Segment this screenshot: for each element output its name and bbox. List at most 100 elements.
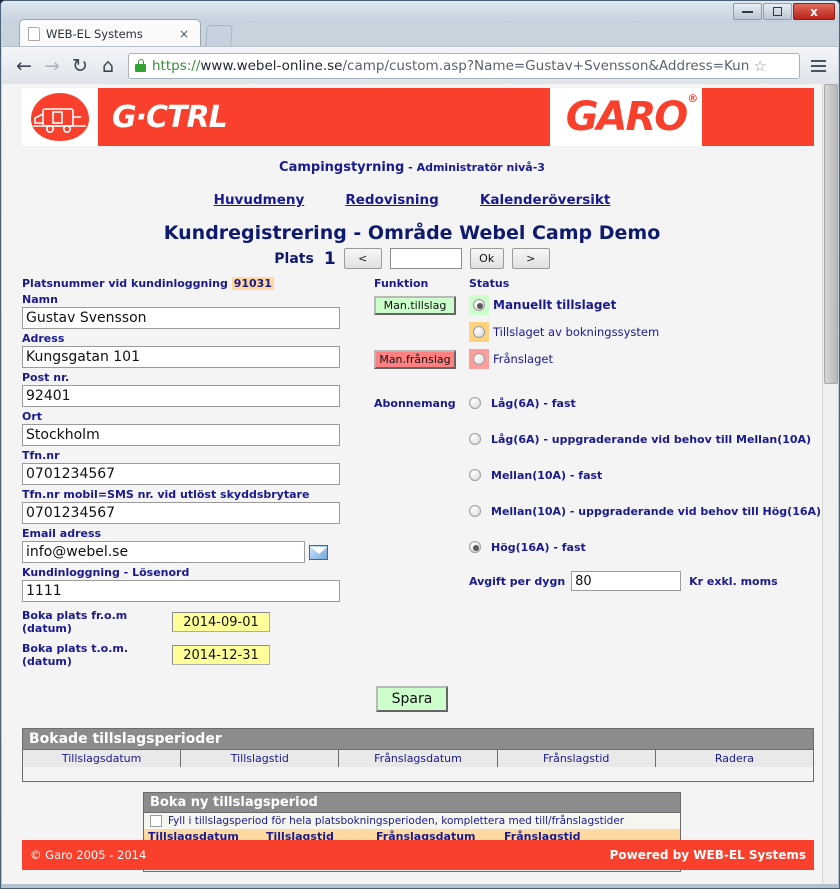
abonnemang-row-4: Mellan(10A) - uppgraderande vid behov ti…	[374, 493, 821, 529]
status-option-franslaget[interactable]: Frånslaget	[469, 349, 553, 369]
plats-label: Plats	[274, 250, 314, 267]
status-label-bokningssystem: Tillslaget av bokningssystem	[493, 325, 660, 339]
abonnemang-row-2: Låg(6A) - uppgraderande vid behov till M…	[374, 421, 821, 457]
abonnemang-option-5[interactable]: Hög(16A) - fast	[469, 541, 586, 554]
page-subtitle: Campingstyrning - Administratör nivå-3	[22, 160, 802, 175]
abonnemang-row-3: Mellan(10A) - fast	[374, 457, 821, 493]
next-plats-button[interactable]: >	[511, 248, 550, 269]
ok-button[interactable]: Ok	[469, 248, 504, 269]
footer-copyright: © Garo 2005 - 2014	[30, 848, 147, 862]
status-option-manuellt[interactable]: Manuellt tillslaget	[469, 295, 616, 315]
header-status: Status	[469, 277, 510, 290]
status-option-bokningssystem[interactable]: Tillslaget av bokningssystem	[469, 322, 659, 342]
label-tfnnr-mobil: Tfn.nr mobil=SMS nr. vid utlöst skyddsbr…	[22, 488, 310, 501]
input-tfnnr[interactable]	[22, 463, 340, 485]
radio-lag6a-uppgraderande[interactable]	[469, 433, 481, 445]
date-to-row: Boka plats t.o.m. (datum) 2014-12-31	[22, 642, 352, 668]
form-columns: Platsnummer vid kundinloggning 91031 Nam…	[22, 277, 821, 668]
radio-mellan10a-uppgraderande[interactable]	[469, 505, 481, 517]
platsnummer-row: Platsnummer vid kundinloggning 91031	[22, 277, 352, 290]
abonnemang-option-4[interactable]: Mellan(10A) - uppgraderande vid behov ti…	[469, 505, 821, 518]
status-row-manuellt: Man.tillslag Manuellt tillslaget	[374, 293, 821, 317]
abonnemang-option-1[interactable]: Låg(6A) - fast	[469, 397, 576, 410]
abonnemang-label-3: Mellan(10A) - fast	[491, 468, 603, 482]
registered-mark-icon: ®	[687, 92, 698, 105]
page-footer: © Garo 2005 - 2014 Powered by WEB-EL Sys…	[22, 840, 814, 870]
home-icon[interactable]: ⌂	[94, 52, 122, 80]
header-funktion: Funktion	[374, 277, 429, 290]
plats-input[interactable]	[389, 248, 462, 269]
value-boka-tom[interactable]: 2014-12-31	[172, 645, 270, 665]
status-chip-green	[469, 295, 489, 315]
caravan-logo-icon	[22, 88, 98, 146]
scrollbar-thumb[interactable]	[824, 84, 838, 384]
nav-link-huvudmeny[interactable]: Huvudmeny	[214, 192, 305, 208]
input-adress[interactable]	[22, 346, 340, 368]
abonnemang-label: Abonnemang	[374, 396, 456, 410]
abonnemang-option-3[interactable]: Mellan(10A) - fast	[469, 469, 602, 482]
abonnemang-label-5: Hög(16A) - fast	[491, 540, 586, 554]
address-bar[interactable]: https://www.webel-online.se/camp/custom.…	[128, 52, 800, 79]
man-franslag-button[interactable]: Man.frånslag	[374, 349, 456, 369]
radio-tillslaget-bokningssystem[interactable]	[473, 326, 485, 338]
abonnemang-row-5: Hög(16A) - fast	[374, 529, 821, 565]
input-tfnnr-mobil[interactable]	[22, 502, 340, 524]
new-tab-button[interactable]	[205, 25, 233, 47]
label-adress: Adress	[22, 332, 65, 345]
status-row-franslaget: Man.frånslag Frånslaget	[374, 347, 821, 371]
form-right-column: Funktion Status Man.tillslag Manuellt ti…	[352, 277, 821, 668]
column-franslagsdatum: Frånslagsdatum	[339, 750, 498, 767]
reload-icon[interactable]: ↻	[66, 52, 94, 80]
garo-wordmark: GARO ®	[566, 92, 699, 140]
radio-hog16a-fast[interactable]	[469, 541, 481, 553]
forward-icon[interactable]: →	[38, 52, 66, 80]
browser-menu-icon[interactable]	[806, 59, 830, 72]
browser-tab[interactable]: WEB-EL Systems ×	[19, 19, 201, 47]
nav-link-kalenderoversikt[interactable]: Kalenderöversikt	[480, 192, 610, 208]
input-namn[interactable]	[22, 307, 340, 329]
prev-plats-button[interactable]: <	[343, 248, 382, 269]
gctrl-wordmark: G·CTRL	[112, 99, 228, 135]
label-tfnnr: Tfn.nr	[22, 449, 60, 462]
envelope-icon[interactable]	[309, 544, 328, 560]
plats-number: 1	[323, 248, 336, 269]
page-viewport: G·CTRL GARO ® Campingstyrning - Administr…	[2, 84, 838, 884]
back-icon[interactable]: ←	[10, 52, 38, 80]
save-button[interactable]: Spara	[375, 686, 449, 712]
avgift-input[interactable]	[571, 571, 682, 591]
vertical-scrollbar[interactable]	[822, 84, 838, 884]
date-from-row: Boka plats fr.o.m (datum) 2014-09-01	[22, 609, 352, 635]
abonnemang-group: Abonnemang Låg(6A) - fast Låg(6A) - uppg…	[374, 385, 821, 591]
radio-lag6a-fast[interactable]	[469, 397, 481, 409]
lock-icon	[135, 59, 146, 72]
column-tillslagstid: Tillslagstid	[181, 750, 340, 767]
value-boka-from[interactable]: 2014-09-01	[172, 612, 270, 632]
radio-manuellt-tillslaget[interactable]	[473, 299, 485, 311]
nav-link-redovisning[interactable]: Redovisning	[345, 192, 438, 208]
bookmark-star-icon[interactable]: ☆	[753, 57, 766, 75]
page-main: Campingstyrning - Administratör nivå-3 H…	[2, 160, 822, 712]
abonnemang-option-2[interactable]: Låg(6A) - uppgraderande vid behov till M…	[469, 433, 811, 446]
column-tillslagsdatum: Tillslagsdatum	[23, 750, 182, 767]
input-email[interactable]	[22, 541, 305, 563]
input-ort[interactable]	[22, 424, 340, 446]
label-boka-tom: Boka plats t.o.m. (datum)	[22, 642, 129, 668]
status-chip-orange	[469, 322, 489, 342]
radio-franslaget[interactable]	[473, 353, 485, 365]
input-losenord[interactable]	[22, 580, 340, 602]
label-postnr: Post nr.	[22, 371, 70, 384]
avgift-label: Avgift per dygn	[469, 574, 566, 588]
input-postnr[interactable]	[22, 385, 340, 407]
tab-close-icon[interactable]: ×	[176, 27, 192, 41]
url-scheme: https://	[152, 57, 201, 74]
man-tillslag-button[interactable]: Man.tillslag	[374, 295, 456, 315]
abonnemang-label-2: Låg(6A) - uppgraderande vid behov till M…	[491, 432, 812, 446]
status-label-manuellt: Manuellt tillslaget	[493, 298, 617, 312]
fill-whole-period-checkbox[interactable]	[150, 815, 162, 827]
new-period-checkbox-row[interactable]: Fyll i tillslagsperiod för hela platsbok…	[144, 812, 680, 829]
radio-mellan10a-fast[interactable]	[469, 469, 481, 481]
top-nav-links: Huvudmeny Redovisning Kalenderöversikt	[22, 189, 802, 208]
form-left-column: Platsnummer vid kundinloggning 91031 Nam…	[22, 277, 352, 668]
subtitle-main: Campingstyrning	[279, 160, 405, 175]
new-period-title: Boka ny tillslagsperiod	[144, 793, 680, 812]
